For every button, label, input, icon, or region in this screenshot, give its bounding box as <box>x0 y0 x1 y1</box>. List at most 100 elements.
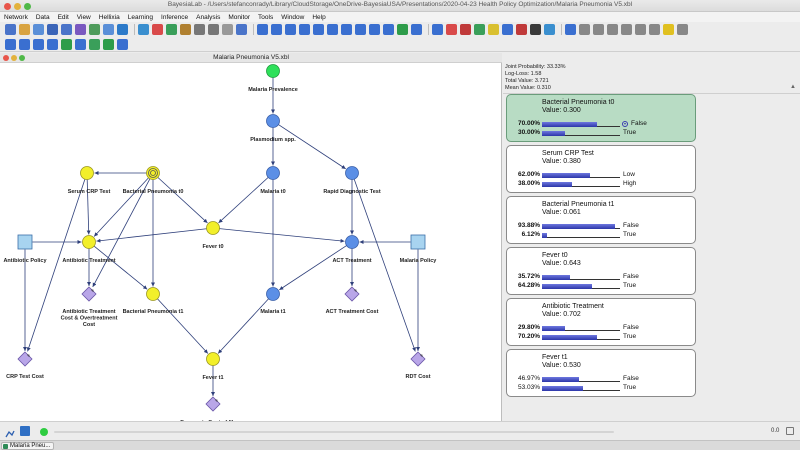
toolbar-button-icon-33[interactable] <box>488 24 499 35</box>
toolbar-button-icon-44[interactable] <box>649 24 660 35</box>
toolbar-button-icon-39[interactable] <box>579 24 590 35</box>
toolbar-button-icon-43[interactable] <box>635 24 646 35</box>
toolbar-button-icon-15[interactable] <box>222 24 233 35</box>
menu-learning[interactable]: Learning <box>128 14 153 21</box>
toolbar-button-icon-22[interactable] <box>327 24 338 35</box>
toolbar-button-icon-3[interactable] <box>47 24 58 35</box>
node-shape[interactable] <box>17 234 33 250</box>
toolbar-button-icon-42[interactable] <box>621 24 632 35</box>
node-antibiotic-policy[interactable]: Antibiotic Policy <box>3 234 47 264</box>
edge-fever_t0-to-act_treatment[interactable] <box>219 228 345 243</box>
toolbar-button-icon-41[interactable] <box>607 24 618 35</box>
edge-serum_crp-to-antibiotic_treatment[interactable] <box>86 179 91 235</box>
toolbar-button-icon-31[interactable] <box>460 24 471 35</box>
node-abx-cost[interactable]: Antibiotic Treatment Cost & Overtreatment… <box>61 286 118 328</box>
state-row[interactable]: 46.97% False <box>507 375 697 383</box>
toolbar-button-icon-40[interactable] <box>593 24 604 35</box>
menu-edit[interactable]: Edit <box>58 14 69 21</box>
toolbar-button-icon-17[interactable] <box>257 24 268 35</box>
menu-network[interactable]: Network <box>4 14 28 21</box>
toolbar-button-icon-14[interactable] <box>208 24 219 35</box>
node-fever-t0[interactable]: Fever t0 <box>202 221 224 251</box>
node-crp-cost[interactable]: CRP Test Cost <box>6 351 44 380</box>
toolbar-button-icon-11[interactable] <box>166 24 177 35</box>
toolbar-button-icon-12[interactable] <box>180 24 191 35</box>
node-malaria-policy[interactable]: Malaria Policy <box>400 234 438 264</box>
monitor-bacterial-pneumonia-t0[interactable]: Bacterial Pneumonia t0 Value: 0.300 70.00%… <box>506 94 696 142</box>
toolbar-button-icon-6[interactable] <box>89 24 100 35</box>
state-row[interactable]: 93.88% False <box>507 222 697 230</box>
toolbar-button-icon-37[interactable] <box>544 24 555 35</box>
status-slider[interactable] <box>54 431 614 433</box>
toolbar-button-icon-30[interactable] <box>446 24 457 35</box>
state-row[interactable]: 30.00% True <box>507 129 697 137</box>
menu-help[interactable]: Help <box>312 14 325 21</box>
edge-antibiotic_treatment-to-bact_pneu_t1[interactable] <box>93 245 148 290</box>
node-shape[interactable] <box>410 351 426 367</box>
toolbar-button-icon-13[interactable] <box>194 24 205 35</box>
edge-serum_crp-to-crp_cost[interactable] <box>26 179 86 352</box>
edge-bact_pneu_t1-to-fever_t1[interactable] <box>157 298 209 354</box>
edge-rdt-to-rdt_cost[interactable] <box>353 178 416 352</box>
edge-plasmodium-to-rdt[interactable] <box>278 124 346 170</box>
node-serum-crp[interactable]: Serum CRP Test <box>68 166 111 196</box>
node-econ-cost[interactable]: Economic Cost of Illness <box>180 396 246 421</box>
network-graph[interactable]: Malaria Prevalence Plasmodium spp. Serum C… <box>0 63 502 421</box>
toolbar-button-icon-32[interactable] <box>474 24 485 35</box>
network-status-icon[interactable] <box>5 426 15 438</box>
node-shape[interactable] <box>81 286 97 302</box>
toolbar-button-icon-23[interactable] <box>341 24 352 35</box>
toolbar-button-icon-6[interactable] <box>89 38 100 50</box>
toolbar-button-icon-16[interactable] <box>236 24 247 35</box>
network-canvas[interactable]: Malaria Prevalence Plasmodium spp. Serum C… <box>0 63 502 421</box>
node-shape[interactable] <box>345 235 359 249</box>
node-shape[interactable] <box>206 221 220 235</box>
toolbar-button-icon-46[interactable] <box>677 24 688 35</box>
toolbar-button-icon-21[interactable] <box>313 24 324 35</box>
edge-fever_t0-to-antibiotic_treatment[interactable] <box>96 228 207 243</box>
taskbar-tab[interactable]: Malaria Pneu... <box>1 442 55 450</box>
toolbar-button-icon-45[interactable] <box>663 24 674 35</box>
window-resize-icon[interactable] <box>786 427 794 435</box>
node-shape[interactable] <box>82 235 96 249</box>
state-row[interactable]: 53.03% True <box>507 384 697 392</box>
node-shape[interactable] <box>266 287 280 301</box>
menu-window[interactable]: Window <box>281 14 304 21</box>
toolbar-button-icon-3[interactable] <box>47 38 58 50</box>
toolbar-button-icon-2[interactable] <box>33 24 44 35</box>
toolbar-button-icon-9[interactable] <box>138 24 149 35</box>
toolbar-button-icon-25[interactable] <box>369 24 380 35</box>
toolbar-button-icon-0[interactable] <box>5 38 16 50</box>
node-shape[interactable] <box>345 166 359 180</box>
toolbar-button-icon-35[interactable] <box>516 24 527 35</box>
monitor-fever-t0[interactable]: Fever t0 Value: 0.643 35.72% False 64.28% Tru… <box>506 247 696 295</box>
menu-tools[interactable]: Tools <box>258 14 273 21</box>
toolbar-button-icon-8[interactable] <box>117 38 128 50</box>
console-icon[interactable] <box>20 426 30 436</box>
toolbar-button-icon-20[interactable] <box>299 24 310 35</box>
toolbar-button-icon-10[interactable] <box>152 24 163 35</box>
state-row[interactable]: 70.00% ▾ False <box>507 120 697 128</box>
toolbar-button-icon-36[interactable] <box>530 24 541 35</box>
node-malaria-t1[interactable]: Malaria t1 <box>260 287 286 316</box>
edge-act_treatment-to-malaria_t1[interactable] <box>279 245 347 291</box>
menu-hellixia[interactable]: Hellixia <box>99 14 120 21</box>
state-row[interactable]: 35.72% False <box>507 273 697 281</box>
node-shape[interactable] <box>266 166 280 180</box>
node-shape[interactable] <box>80 166 94 180</box>
state-row[interactable]: 64.28% True <box>507 282 697 290</box>
node-rdt-cost[interactable]: RDT Cost <box>405 351 431 380</box>
toolbar-button-icon-4[interactable] <box>61 38 72 50</box>
monitor-antibiotic-treatment[interactable]: Antibiotic Treatment Value: 0.702 29.80% Fa… <box>506 298 696 346</box>
collapse-arrow-icon[interactable]: ▲ <box>790 84 796 90</box>
node-act-cost[interactable]: ACT Treatment Cost <box>326 286 379 315</box>
monitor-bacterial-pneumonia-t1[interactable]: Bacterial Pneumonia t1 Value: 0.061 93.88%… <box>506 196 696 244</box>
edge-malaria_t0-to-fever_t0[interactable] <box>218 177 269 224</box>
node-shape[interactable] <box>17 351 33 367</box>
toolbar-button-icon-7[interactable] <box>103 38 114 50</box>
state-row[interactable]: 6.12% True <box>507 231 697 239</box>
menu-monitor[interactable]: Monitor <box>228 14 250 21</box>
edge-malaria_t1-to-fever_t1[interactable] <box>217 298 269 354</box>
state-row[interactable]: 62.00% Low <box>507 171 697 179</box>
node-shape[interactable] <box>205 396 221 412</box>
